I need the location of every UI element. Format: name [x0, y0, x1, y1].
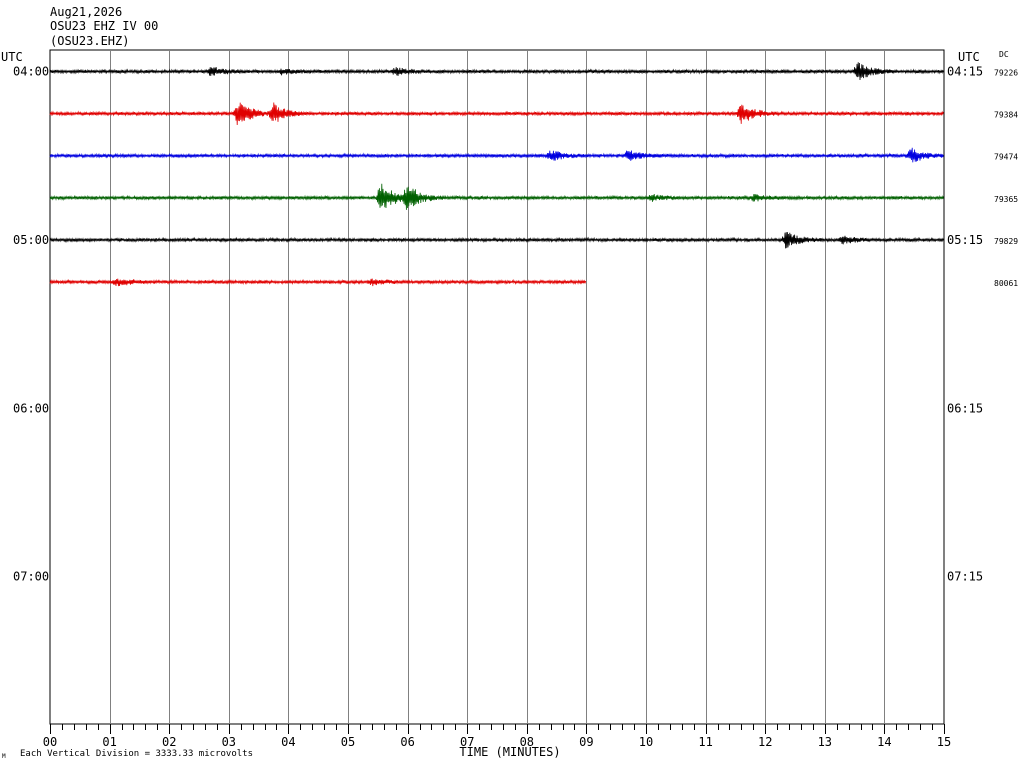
x-tick-label: 15 — [937, 735, 951, 749]
footer-mark: M — [2, 753, 6, 760]
left-hour-label: 05:00 — [13, 233, 49, 247]
seismic-trace-line — [49, 102, 944, 126]
dc-offset-value: 79829 — [994, 237, 1018, 246]
x-tick-label: 05 — [341, 735, 355, 749]
seismic-trace-line — [49, 62, 944, 81]
dc-offset-value: 79384 — [994, 111, 1018, 120]
vertical-division-note: Each Vertical Division = 3333.33 microvo… — [20, 749, 253, 759]
helicorder-chart: 00 01 02 03 04 05 06 07 08 09 10 11 12 13 14 15TIME (MI… — [1, 49, 1018, 759]
seismic-trace-line — [49, 278, 587, 287]
x-tick-label: 10 — [639, 735, 653, 749]
x-tick-label: 06 — [400, 735, 414, 749]
x-tick-label: 03 — [222, 735, 236, 749]
right-utc-title: UTC — [958, 50, 980, 64]
dc-offset-value: 79474 — [994, 153, 1018, 162]
seismic-trace-line — [49, 232, 944, 249]
x-tick-label: 01 — [102, 735, 116, 749]
left-hour-label: 06:00 — [13, 401, 49, 415]
dc-offset-value: 79226 — [994, 69, 1018, 78]
x-tick-label: 00 — [43, 735, 57, 749]
right-hour-label: 06:15 — [947, 401, 983, 415]
x-tick-label: 13 — [818, 735, 832, 749]
seismic-trace-line — [49, 147, 944, 163]
dc-title: DC — [999, 50, 1009, 59]
x-tick-label: 09 — [579, 735, 593, 749]
right-hour-label: 04:15 — [947, 65, 983, 79]
left-hour-label: 07:00 — [13, 570, 49, 584]
left-utc-title: UTC — [1, 50, 23, 64]
right-hour-label: 05:15 — [947, 233, 983, 247]
right-hour-label: 07:15 — [947, 570, 983, 584]
dc-offset-value: 79365 — [994, 195, 1018, 204]
x-tick-label: 11 — [698, 735, 712, 749]
x-tick-label: 14 — [877, 735, 891, 749]
dc-offset-value: 80061 — [994, 279, 1018, 288]
left-hour-label: 04:00 — [13, 65, 49, 79]
x-axis-title: TIME (MINUTES) — [459, 745, 560, 759]
x-tick-label: 02 — [162, 735, 176, 749]
seismic-trace-line — [49, 183, 944, 210]
x-tick-label: 04 — [281, 735, 295, 749]
plot-frame — [49, 49, 945, 725]
x-tick-label: 12 — [758, 735, 772, 749]
